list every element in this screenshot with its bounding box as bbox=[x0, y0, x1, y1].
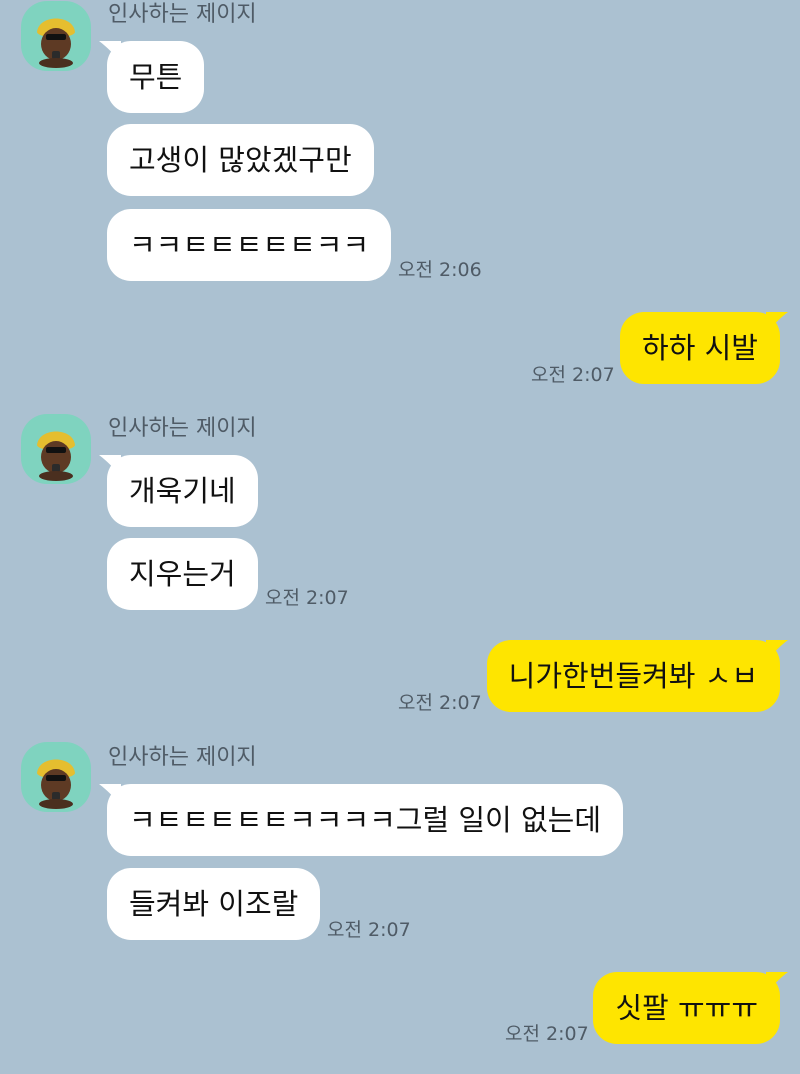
message-bubble[interactable]: ㅋㅋㅌㅌㅌㅌㅌㅋㅋ bbox=[107, 209, 392, 281]
sender-name: 인사하는 제이지 bbox=[108, 416, 257, 441]
message-text: 무튼 bbox=[129, 60, 183, 94]
message-text: ㅋㅌㅌㅌㅌㅌㅋㅋㅋㅋ그럴 일이 없는데 bbox=[129, 803, 601, 837]
message-text: 들켜봐 이조랄 bbox=[129, 887, 299, 921]
character-avatar-icon bbox=[21, 414, 91, 484]
bubble-tail-icon bbox=[99, 455, 121, 477]
bubble-tail-icon bbox=[766, 312, 788, 334]
message-bubble[interactable]: 하하 시발 bbox=[620, 312, 788, 384]
bubble-tail-icon bbox=[99, 784, 121, 806]
sender-avatar[interactable] bbox=[21, 742, 91, 812]
message-text: 지우는거 bbox=[129, 557, 236, 591]
message-text: 고생이 많았겠구만 bbox=[129, 143, 352, 177]
message-time: 오전 2:06 bbox=[398, 259, 482, 281]
message-time: 오전 2:07 bbox=[531, 364, 615, 386]
message-bubble[interactable]: ㅋㅌㅌㅌㅌㅌㅋㅋㅋㅋ그럴 일이 없는데 bbox=[99, 784, 623, 856]
message-bubble[interactable]: 무튼 bbox=[99, 41, 205, 113]
message-text: 하하 시발 bbox=[642, 331, 758, 365]
message-bubble[interactable]: 싯팔 ㅠㅠㅠ bbox=[593, 972, 788, 1044]
sender-avatar[interactable] bbox=[21, 414, 91, 484]
message-bubble[interactable]: 고생이 많았겠구만 bbox=[107, 124, 374, 196]
character-avatar-icon bbox=[21, 742, 91, 812]
message-time: 오전 2:07 bbox=[327, 919, 411, 941]
message-bubble[interactable]: 개욱기네 bbox=[99, 455, 258, 527]
message-bubble[interactable]: 니가한번들켜봐 ㅅㅂ bbox=[486, 640, 788, 712]
message-time: 오전 2:07 bbox=[505, 1023, 589, 1045]
bubble-tail-icon bbox=[766, 972, 788, 994]
message-time: 오전 2:07 bbox=[398, 692, 482, 714]
sender-name: 인사하는 제이지 bbox=[108, 745, 257, 770]
chat-room: 인사하는 제이지 무튼 고생이 많았겠구만 ㅋㅋㅌㅌㅌㅌㅌㅋㅋ 오전 2:06 … bbox=[0, 0, 800, 1074]
message-text: 니가한번들켜봐 ㅅㅂ bbox=[508, 659, 758, 693]
message-bubble[interactable]: 들켜봐 이조랄 bbox=[107, 868, 321, 940]
character-avatar-icon bbox=[21, 1, 91, 71]
message-bubble[interactable]: 지우는거 bbox=[107, 538, 258, 610]
bubble-tail-icon bbox=[99, 41, 121, 63]
message-text: ㅋㅋㅌㅌㅌㅌㅌㅋㅋ bbox=[129, 228, 370, 262]
bubble-tail-icon bbox=[766, 640, 788, 662]
message-text: 개욱기네 bbox=[129, 474, 236, 508]
sender-avatar[interactable] bbox=[21, 1, 91, 71]
sender-name: 인사하는 제이지 bbox=[108, 2, 257, 27]
message-time: 오전 2:07 bbox=[265, 587, 349, 609]
message-text: 싯팔 ㅠㅠㅠ bbox=[615, 991, 758, 1025]
